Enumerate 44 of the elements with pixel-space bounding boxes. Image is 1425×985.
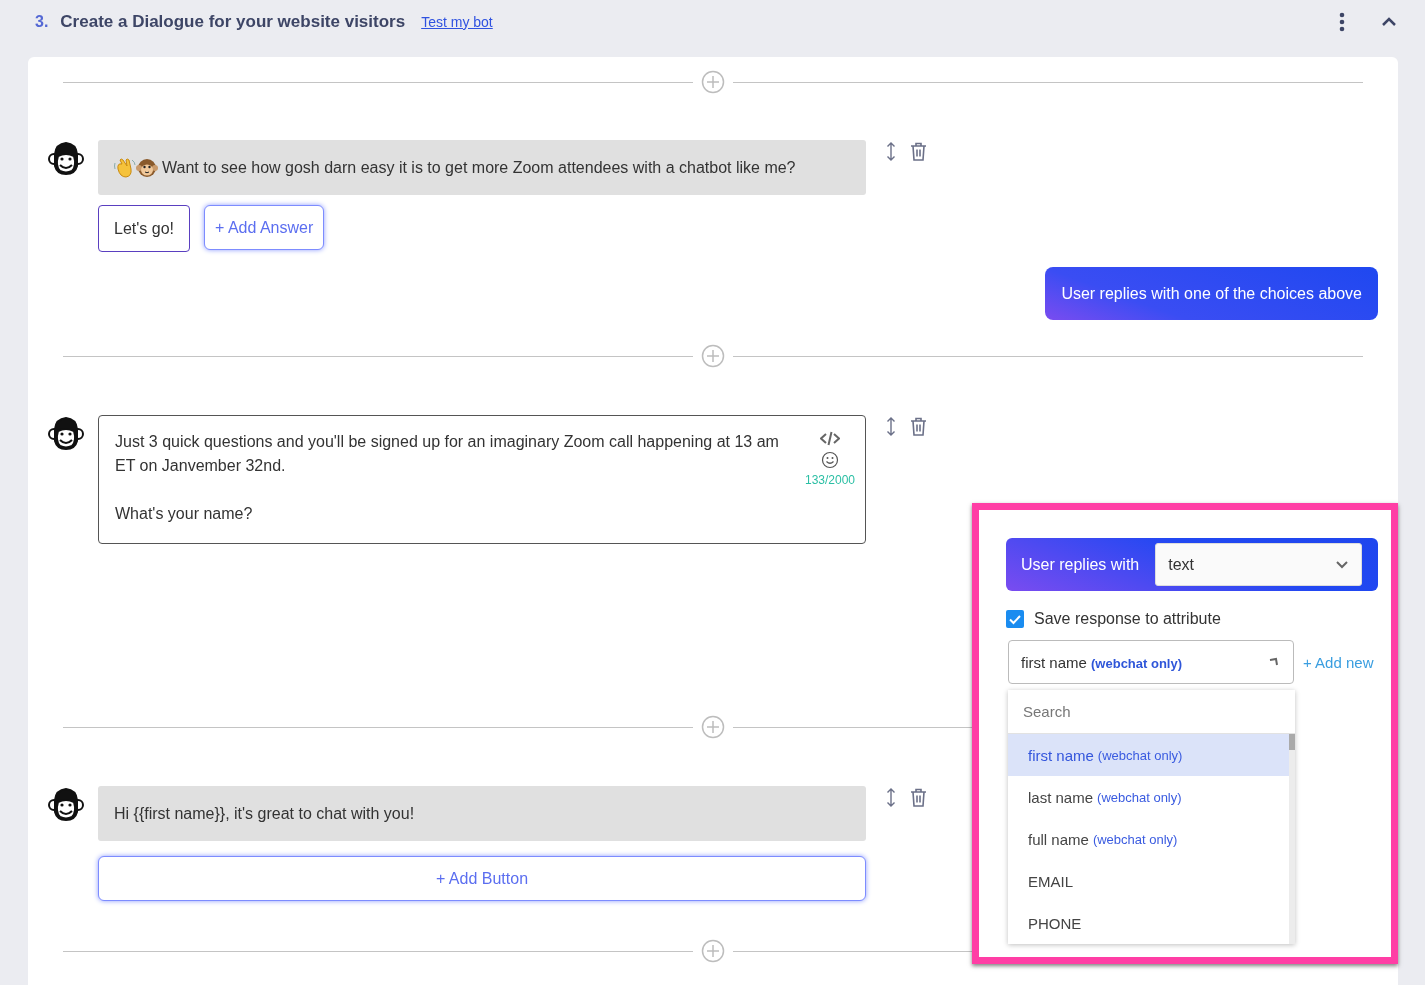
smiley-icon[interactable] <box>821 451 839 469</box>
user-reply-bubble: User replies with one of the choices above <box>1045 267 1378 320</box>
caret-icon <box>1269 657 1279 667</box>
editor-paragraph: What's your name? <box>115 504 254 524</box>
chevron-down-icon <box>1335 560 1349 569</box>
reply-type-label: User replies with <box>1021 555 1140 574</box>
trash-icon[interactable] <box>910 417 927 436</box>
code-icon[interactable] <box>820 430 840 447</box>
editor-paragraph: Just 3 quick questions and you'll be signed up for an imaginary Zoom call happening at 13 am ET on Janvember 32nd. <box>115 432 780 476</box>
attribute-select[interactable]: first name (webchat only) <box>1008 640 1294 684</box>
section-title: Create a Dialogue for your website visitors <box>60 11 406 32</box>
monkey-avatar-icon <box>48 786 84 822</box>
reply-type-select[interactable]: text <box>1155 543 1362 586</box>
trash-icon[interactable] <box>910 788 927 807</box>
message-editor[interactable]: Just 3 quick questions and you'll be signed up for an imaginary Zoom call happening at 13 am ET on Janvember 32nd. What's your name? 133/2000 <box>98 415 866 544</box>
add-answer-button[interactable]: + Add Answer <box>204 205 325 250</box>
checkbox-label: Save response to attribute <box>1034 610 1221 628</box>
message-text: Want to see how gosh darn easy it is to get more Zoom attendees with a chatbot like me? <box>162 158 796 178</box>
dropdown-option[interactable]: PHONE <box>1008 902 1289 944</box>
dropdown-option[interactable]: EMAIL <box>1008 860 1289 902</box>
move-icon[interactable] <box>886 142 896 161</box>
dropdown-option[interactable]: last name (webchat only) <box>1008 776 1289 818</box>
save-checkbox[interactable] <box>1006 610 1024 628</box>
move-icon[interactable] <box>886 788 896 807</box>
search-field[interactable]: Search <box>1008 690 1295 734</box>
trash-icon[interactable] <box>910 142 927 161</box>
select-value: first name (webchat only) <box>1021 653 1183 671</box>
move-icon[interactable] <box>886 417 896 436</box>
waving-hand-icon <box>114 156 136 179</box>
monkey-avatar-icon <box>48 140 84 176</box>
monkey-face-icon <box>136 156 158 179</box>
character-counter: 133/2000 <box>804 473 856 487</box>
add-button-button[interactable]: + Add Button <box>98 856 866 901</box>
message-text: Hi {{first name}}, it's great to chat with you! <box>114 804 415 824</box>
dropdown-option[interactable]: full name (webchat only) <box>1008 818 1289 860</box>
monkey-avatar-icon <box>48 415 84 451</box>
select-value: text <box>1168 555 1195 574</box>
test-bot-link[interactable]: Test my bot <box>421 13 493 30</box>
dropdown-option[interactable]: first name (webchat only) <box>1008 734 1289 776</box>
answer-button[interactable]: Let's go! <box>98 205 190 252</box>
scrollbar-thumb[interactable] <box>1289 734 1295 750</box>
chevron-up-icon[interactable] <box>1381 16 1397 27</box>
more-options-icon[interactable] <box>1339 11 1345 32</box>
section-number: 3. <box>35 12 49 31</box>
